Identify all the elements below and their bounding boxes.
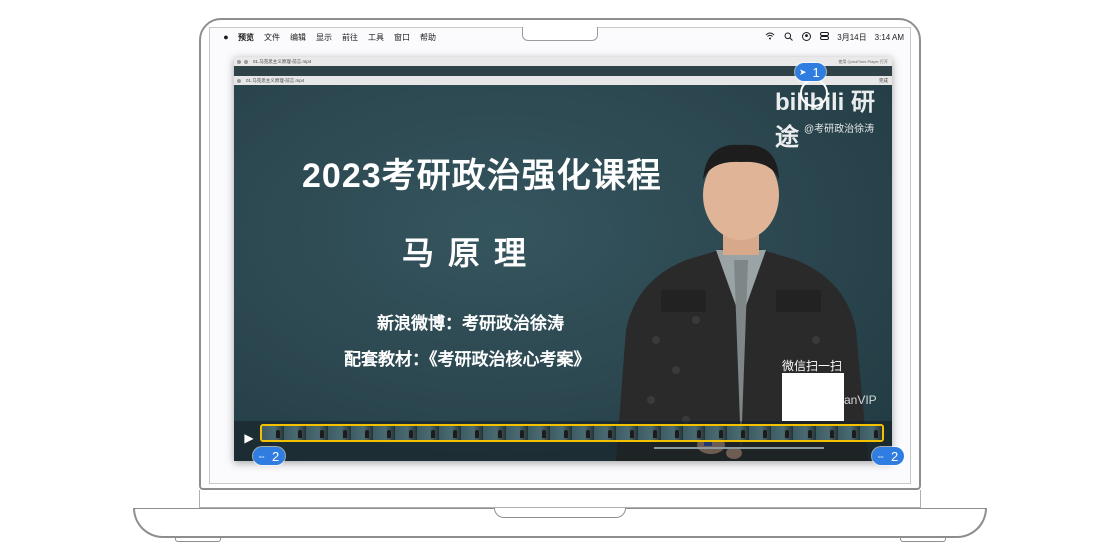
film-frame xyxy=(660,426,683,440)
video-player[interactable]: 01.马克思主义原理-前言.mp4 完成 2023考研政治强化课程 马原理 新浪… xyxy=(234,76,892,461)
vip-watermark: anVIP xyxy=(844,393,877,407)
menu-app-name[interactable]: 预览 xyxy=(238,32,254,43)
video-textbook: 配套教材：《考研政治核心考案》 xyxy=(344,350,591,369)
user-icon[interactable] xyxy=(801,31,811,43)
laptop-hinge xyxy=(199,490,921,508)
film-frame xyxy=(749,426,772,440)
play-icon[interactable]: ▶ xyxy=(242,431,256,445)
menu-tools[interactable]: 工具 xyxy=(368,32,384,43)
menu-view[interactable]: 显示 xyxy=(316,32,332,43)
trim-handle-left-icon[interactable]: ⇔ xyxy=(257,451,266,461)
film-frame xyxy=(439,426,462,440)
film-frame xyxy=(815,426,838,440)
film-frame xyxy=(594,426,617,440)
video-subject: 马原理 xyxy=(402,235,541,271)
film-frame xyxy=(527,426,550,440)
film-frame xyxy=(483,426,506,440)
menu-window[interactable]: 窗口 xyxy=(394,32,410,43)
badge-cursor-1: ➤ 1 xyxy=(795,63,826,81)
film-frame xyxy=(461,426,484,440)
camera-notch xyxy=(522,27,598,41)
film-frame xyxy=(372,426,395,440)
menu-file[interactable]: 文件 xyxy=(264,32,280,43)
minimize-icon[interactable] xyxy=(244,59,248,64)
film-frame xyxy=(262,426,285,440)
film-frame xyxy=(394,426,417,440)
laptop-thumb-notch xyxy=(494,508,626,518)
menu-go[interactable]: 前往 xyxy=(342,32,358,43)
badge-right-label: 2 xyxy=(891,448,899,464)
film-frame xyxy=(616,426,639,440)
spotlight-icon[interactable] xyxy=(783,32,793,43)
apple-icon[interactable]: ● xyxy=(222,32,230,42)
inner-window-title: 01.马克思主义原理-前言.mp4 xyxy=(246,77,305,83)
wifi-icon[interactable] xyxy=(765,32,775,42)
menubar-date[interactable]: 3月14日 xyxy=(837,32,866,43)
window-strip xyxy=(234,66,892,76)
badge-left-label: 2 xyxy=(272,448,280,464)
film-frame xyxy=(350,426,373,440)
wechat-scan-label: 微信扫一扫 xyxy=(782,359,843,373)
film-frame xyxy=(284,426,307,440)
film-frame xyxy=(771,426,794,440)
film-frame xyxy=(726,426,750,440)
laptop-foot-right xyxy=(900,537,946,542)
film-frame xyxy=(793,426,816,440)
progress-line xyxy=(654,447,824,449)
film-frame xyxy=(328,426,351,440)
control-center-icon[interactable] xyxy=(819,32,829,42)
film-frame xyxy=(704,426,727,440)
window-title: 01.马克思主义原理-前言.mp4 xyxy=(253,58,312,64)
open-with-quicktime-button[interactable]: 使用 QuickTime Player 打开 xyxy=(838,59,888,65)
badge-top-label: 1 xyxy=(812,64,820,80)
film-frame xyxy=(571,426,595,440)
film-frame xyxy=(306,426,329,440)
menubar-time[interactable]: 3:14 AM xyxy=(875,33,904,42)
menu-edit[interactable]: 编辑 xyxy=(290,32,306,43)
film-frame xyxy=(505,426,528,440)
laptop-foot-left xyxy=(175,537,221,542)
film-frame xyxy=(416,426,440,440)
badge-right-2: ⇔ 2 xyxy=(872,447,905,465)
film-frame xyxy=(549,426,572,440)
film-frame xyxy=(837,426,860,440)
film-frame xyxy=(682,426,705,440)
screen: ● 预览 文件 编辑 显示 前往 工具 窗口 帮助 3月14日 3:14 AM xyxy=(209,27,911,484)
badge-left-2: ⇔ 2 xyxy=(253,447,286,465)
film-frame xyxy=(638,426,661,440)
inner-close-icon[interactable] xyxy=(237,78,241,83)
close-icon[interactable] xyxy=(237,59,241,64)
trim-handle-right-icon[interactable]: ⇔ xyxy=(876,451,885,461)
status-area: 3月14日 3:14 AM xyxy=(765,28,904,46)
preview-window: 01.马克思主义原理-前言.mp4 使用 QuickTime Player 打开… xyxy=(234,57,892,461)
trim-filmstrip[interactable] xyxy=(260,424,884,442)
trim-bar: ▶ xyxy=(234,421,892,461)
film-frame xyxy=(859,426,882,440)
menu-help[interactable]: 帮助 xyxy=(420,32,436,43)
cursor-icon: ➤ xyxy=(799,66,807,77)
video-weibo: 新浪微博：考研政治徐涛 xyxy=(377,314,564,333)
qr-code xyxy=(782,373,844,421)
